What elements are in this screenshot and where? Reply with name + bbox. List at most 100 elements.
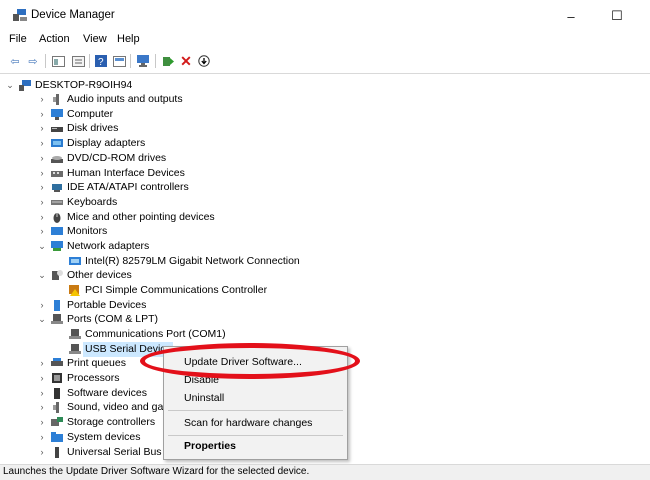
chevron-right-icon[interactable]: › — [37, 298, 47, 313]
view-icon[interactable] — [111, 53, 127, 69]
toolbar-separator — [130, 54, 131, 68]
forward-icon[interactable]: ⇨ — [25, 53, 41, 69]
help-icon[interactable]: ? — [93, 53, 109, 69]
port-icon — [69, 329, 81, 339]
chevron-right-icon[interactable]: › — [37, 166, 47, 181]
warning-device-icon — [69, 285, 80, 296]
tree-label: Processors — [67, 372, 120, 384]
expand-arrow-icon[interactable]: ⌄ — [37, 268, 47, 283]
chevron-right-icon[interactable]: › — [37, 92, 47, 107]
computer-icon — [19, 80, 31, 91]
tree-label: Intel(R) 82579LM Gigabit Network Connect… — [85, 255, 300, 267]
port-icon — [69, 344, 81, 354]
menu-bar: File Action View Help — [0, 31, 650, 49]
uninstall-menu-item[interactable]: Uninstall — [184, 392, 224, 404]
dvd-icon — [51, 156, 63, 163]
tree-label: PCI Simple Communications Controller — [85, 284, 268, 296]
toolbar-separator — [155, 54, 156, 68]
menu-help[interactable]: Help — [117, 33, 140, 45]
hid-icon — [51, 171, 63, 177]
tree-label: Computer — [67, 108, 114, 120]
close-button[interactable]: ✕ — [640, 2, 650, 30]
chevron-right-icon[interactable]: › — [37, 136, 47, 151]
toolbar: ⇦ ⇨ ? ✕ — [0, 50, 650, 72]
network-icon — [51, 241, 63, 251]
expand-arrow-icon[interactable]: ⌄ — [5, 78, 15, 93]
chevron-right-icon[interactable]: › — [37, 224, 47, 239]
menu-view[interactable]: View — [83, 33, 107, 45]
usb-icon — [55, 447, 59, 458]
chevron-right-icon[interactable]: › — [37, 430, 47, 445]
tree-label: Monitors — [67, 225, 108, 237]
chevron-right-icon[interactable]: › — [37, 151, 47, 166]
speaker-icon — [53, 94, 59, 105]
tree-label: Other devices — [67, 269, 132, 281]
tree-label: Print queues — [67, 357, 126, 369]
maximize-button[interactable]: ☐ — [594, 2, 640, 30]
enable-device-icon[interactable] — [196, 53, 212, 69]
show-hide-tree-icon[interactable] — [50, 53, 66, 69]
toolbar-separator — [89, 54, 90, 68]
tree-label: Mice and other pointing devices — [67, 211, 215, 223]
device-manager-icon — [13, 9, 27, 21]
update-driver-icon[interactable] — [160, 53, 176, 69]
unknown-device-icon — [52, 270, 63, 280]
uninstall-icon[interactable]: ✕ — [178, 53, 194, 69]
tree-label: DVD/CD-ROM drives — [67, 152, 167, 164]
menu-action[interactable]: Action — [39, 33, 70, 45]
port-icon — [51, 314, 63, 324]
expand-arrow-icon[interactable]: ⌄ — [37, 312, 47, 327]
display-adapter-icon — [51, 139, 63, 147]
chevron-right-icon[interactable]: › — [37, 356, 47, 371]
chevron-right-icon[interactable]: › — [37, 386, 47, 401]
menu-file[interactable]: File — [9, 33, 27, 45]
storage-icon — [51, 417, 63, 426]
tree-label: Human Interface Devices — [67, 167, 185, 179]
properties-menu-item[interactable]: Properties — [184, 440, 236, 452]
svg-text:?: ? — [98, 57, 104, 67]
tree-label: Network adapters — [67, 240, 150, 252]
chevron-right-icon[interactable]: › — [37, 371, 47, 386]
ide-icon — [52, 184, 62, 192]
mouse-icon — [53, 213, 61, 223]
system-folder-icon — [51, 432, 63, 442]
tree-label: System devices — [67, 431, 141, 443]
window-title: Device Manager — [31, 9, 115, 21]
expand-arrow-icon[interactable]: ⌄ — [37, 239, 47, 254]
back-icon[interactable]: ⇦ — [7, 53, 23, 69]
tree-label: Keyboards — [67, 196, 118, 208]
portable-device-icon — [54, 300, 60, 311]
properties-icon[interactable] — [70, 53, 86, 69]
chevron-right-icon[interactable]: › — [37, 195, 47, 210]
speaker-icon — [53, 402, 59, 413]
menu-separator — [168, 435, 343, 436]
chevron-right-icon[interactable]: › — [37, 107, 47, 122]
tree-label: Display adapters — [67, 137, 146, 149]
chevron-right-icon[interactable]: › — [37, 210, 47, 225]
tree-label: DESKTOP-R9OIH94 — [35, 79, 133, 91]
printer-icon — [51, 358, 63, 366]
tree-label: Storage controllers — [67, 416, 156, 428]
minimize-button[interactable]: – — [548, 2, 594, 30]
tree-label: Ports (COM & LPT) — [67, 313, 159, 325]
chevron-right-icon[interactable]: › — [37, 121, 47, 136]
keyboard-icon — [51, 200, 63, 205]
monitor-icon — [51, 109, 63, 120]
scan-hardware-menu-item[interactable]: Scan for hardware changes — [184, 417, 312, 429]
chevron-right-icon[interactable]: › — [37, 400, 47, 415]
status-text: Launches the Update Driver Software Wiza… — [3, 466, 310, 477]
tree-label: Software devices — [67, 387, 147, 399]
toolbar-separator — [45, 54, 46, 68]
chevron-right-icon[interactable]: › — [37, 445, 47, 460]
software-device-icon — [54, 388, 60, 399]
chevron-right-icon[interactable]: › — [37, 180, 47, 195]
scan-hardware-icon[interactable] — [135, 53, 151, 69]
monitor-icon — [51, 227, 63, 235]
tree-label: Portable Devices — [67, 299, 147, 311]
tree-label: Audio inputs and outputs — [67, 93, 183, 105]
tree-label: IDE ATA/ATAPI controllers — [67, 181, 189, 193]
title-bar: Device Manager – ☐ ✕ — [0, 0, 650, 30]
chevron-right-icon[interactable]: › — [37, 415, 47, 430]
status-bar: Launches the Update Driver Software Wiza… — [0, 464, 650, 480]
network-card-icon — [69, 257, 81, 265]
